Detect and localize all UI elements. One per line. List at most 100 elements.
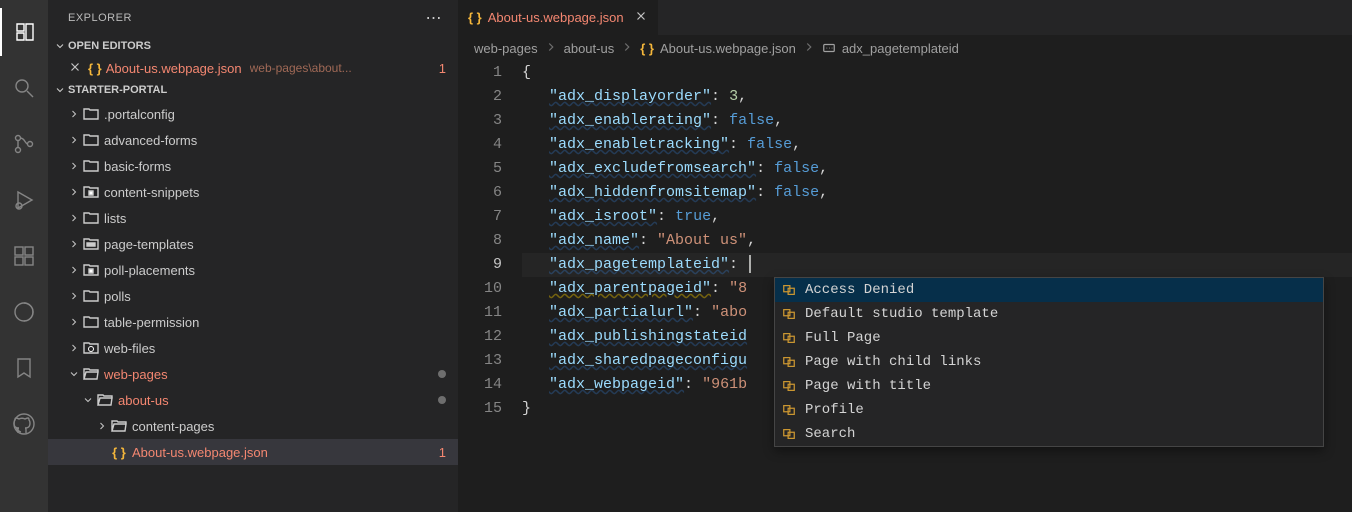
tree-folder[interactable]: .portalconfig: [48, 101, 458, 127]
activity-github-icon[interactable]: [0, 400, 48, 448]
tree-item-label: web-files: [104, 341, 446, 356]
line-number: 1: [458, 61, 502, 85]
activity-search-icon[interactable]: [0, 64, 48, 112]
close-icon[interactable]: [68, 60, 84, 77]
sidebar-more-icon[interactable]: ⋯: [426, 8, 443, 28]
breadcrumb-item[interactable]: about-us: [564, 41, 615, 56]
folder-web-open-icon: [110, 418, 128, 434]
tree-item-label: lists: [104, 211, 446, 226]
autocomplete-label: Full Page: [805, 326, 881, 350]
tree-item-label: .portalconfig: [104, 107, 446, 122]
string-field-icon: [822, 41, 836, 55]
reference-icon: [781, 427, 797, 441]
tree-folder[interactable]: poll-placements: [48, 257, 458, 283]
folder-special-icon: [82, 262, 100, 278]
folder-icon: [82, 288, 100, 304]
open-editor-item[interactable]: { } About-us.webpage.json web-pages\abou…: [48, 57, 458, 79]
editor-area: { } About-us.webpage.json web-pages about…: [458, 0, 1352, 512]
code-line[interactable]: "adx_isroot": true,: [522, 205, 1352, 229]
json-file-icon: { }: [468, 10, 482, 25]
autocomplete-item[interactable]: Page with child links: [775, 350, 1323, 374]
tree-folder[interactable]: page-templates: [48, 231, 458, 257]
autocomplete-item[interactable]: Full Page: [775, 326, 1323, 350]
chevron-right-icon: [66, 290, 82, 302]
chevron-down-icon: [52, 40, 68, 52]
editor-tabs: { } About-us.webpage.json: [458, 0, 1352, 35]
code-area[interactable]: 123456789101112131415 { "adx_displayorde…: [458, 61, 1352, 512]
tree-file[interactable]: { }About-us.webpage.json1: [48, 439, 458, 465]
close-icon[interactable]: [634, 9, 648, 26]
code-line[interactable]: "adx_excludefromsearch": false,: [522, 157, 1352, 181]
tree-item-label: about-us: [118, 393, 438, 408]
autocomplete-label: Profile: [805, 398, 864, 422]
chevron-right-icon: [620, 40, 634, 57]
activity-extensions-icon[interactable]: [0, 232, 48, 280]
autocomplete-item[interactable]: Default studio template: [775, 302, 1323, 326]
chevron-right-icon: [66, 316, 82, 328]
breadcrumb-item[interactable]: web-pages: [474, 41, 538, 56]
code-line[interactable]: "adx_pagetemplateid":: [522, 253, 1352, 277]
folder-special-icon: [82, 184, 100, 200]
reference-icon: [781, 331, 797, 345]
line-number: 12: [458, 325, 502, 349]
tree-folder[interactable]: table-permission: [48, 309, 458, 335]
breadcrumb-item[interactable]: adx_pagetemplateid: [842, 41, 959, 56]
tree-folder[interactable]: polls: [48, 283, 458, 309]
line-number: 6: [458, 181, 502, 205]
code-line[interactable]: "adx_name": "About us",: [522, 229, 1352, 253]
autocomplete-item[interactable]: Profile: [775, 398, 1323, 422]
open-editor-filename: About-us.webpage.json: [106, 61, 242, 76]
autocomplete-item[interactable]: Access Denied: [775, 278, 1323, 302]
file-tree: .portalconfig advanced-formsbasic-forms co…: [48, 101, 458, 512]
editor-tab[interactable]: { } About-us.webpage.json: [458, 0, 659, 35]
open-editor-error-badge: 1: [439, 61, 446, 76]
folder-web-open-icon: [82, 366, 100, 382]
tree-folder[interactable]: web-files: [48, 335, 458, 361]
workspace-header[interactable]: STARTER-PORTAL: [48, 79, 458, 101]
activity-power-platform-icon[interactable]: [0, 288, 48, 336]
line-number: 5: [458, 157, 502, 181]
tree-item-label: web-pages: [104, 367, 438, 382]
folder-open-icon: [96, 392, 114, 408]
autocomplete-popup[interactable]: Access DeniedDefault studio templateFull…: [774, 277, 1324, 447]
breadcrumbs[interactable]: web-pagesabout-us{ }About-us.webpage.jso…: [458, 35, 1352, 61]
code-line[interactable]: "adx_enablerating": false,: [522, 109, 1352, 133]
open-editors-header[interactable]: OPEN EDITORS: [48, 35, 458, 57]
autocomplete-item[interactable]: Search: [775, 422, 1323, 446]
json-icon: { }: [110, 445, 128, 460]
line-number: 3: [458, 109, 502, 133]
code-line[interactable]: "adx_hiddenfromsitemap": false,: [522, 181, 1352, 205]
activity-run-debug-icon[interactable]: [0, 176, 48, 224]
reference-icon: [781, 403, 797, 417]
activity-explorer-icon[interactable]: [0, 8, 48, 56]
tree-folder[interactable]: web-pages: [48, 361, 458, 387]
tree-item-label: content-snippets: [104, 185, 446, 200]
activity-bookmark-icon[interactable]: [0, 344, 48, 392]
code-line[interactable]: "adx_enabletracking": false,: [522, 133, 1352, 157]
code-line[interactable]: {: [522, 61, 1352, 85]
tree-folder[interactable]: advanced-forms: [48, 127, 458, 153]
tree-folder[interactable]: lists: [48, 205, 458, 231]
breadcrumb-item[interactable]: About-us.webpage.json: [660, 41, 796, 56]
open-editor-path: web-pages\about...: [250, 61, 435, 75]
autocomplete-label: Default studio template: [805, 302, 998, 326]
line-number: 2: [458, 85, 502, 109]
tree-folder[interactable]: content-snippets: [48, 179, 458, 205]
chevron-down-icon: [52, 84, 68, 96]
error-badge: 1: [439, 445, 446, 460]
activity-source-control-icon[interactable]: [0, 120, 48, 168]
tree-folder[interactable]: basic-forms: [48, 153, 458, 179]
modified-dot-icon: [438, 396, 446, 404]
modified-dot-icon: [438, 370, 446, 378]
chevron-right-icon: [66, 134, 82, 146]
folder-icon: [82, 210, 100, 226]
reference-icon: [781, 307, 797, 321]
autocomplete-label: Page with child links: [805, 350, 981, 374]
line-number: 15: [458, 397, 502, 421]
line-number: 14: [458, 373, 502, 397]
tree-folder[interactable]: about-us: [48, 387, 458, 413]
code-line[interactable]: "adx_displayorder": 3,: [522, 85, 1352, 109]
autocomplete-item[interactable]: Page with title: [775, 374, 1323, 398]
tree-folder[interactable]: content-pages: [48, 413, 458, 439]
tree-item-label: polls: [104, 289, 446, 304]
